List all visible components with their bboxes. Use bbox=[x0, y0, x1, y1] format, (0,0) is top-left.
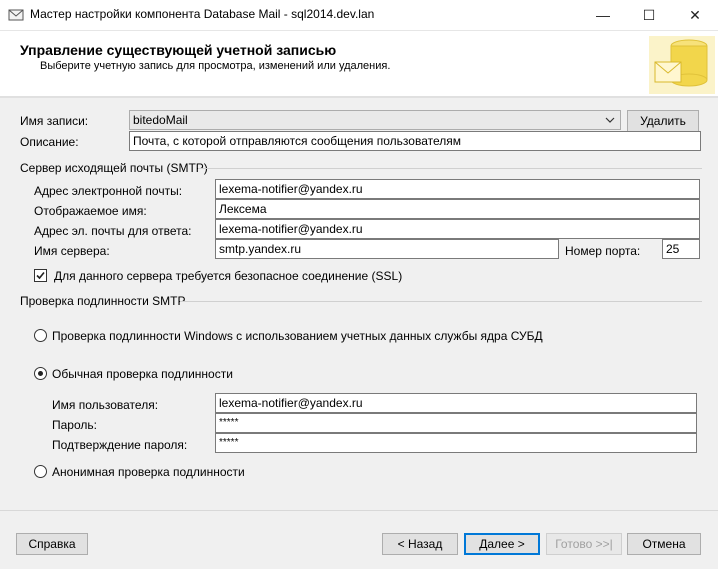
password-input[interactable]: ***** bbox=[215, 413, 697, 433]
display-name-label: Отображаемое имя: bbox=[34, 204, 147, 218]
basic-auth-label[interactable]: Обычная проверка подлинности bbox=[52, 367, 233, 381]
delete-button[interactable]: Удалить bbox=[627, 110, 699, 132]
windows-auth-label[interactable]: Проверка подлинности Windows с использов… bbox=[52, 329, 543, 343]
email-input[interactable]: lexema-notifier@yandex.ru bbox=[215, 179, 700, 199]
anonymous-auth-label[interactable]: Анонимная проверка подлинности bbox=[52, 465, 245, 479]
footer-divider bbox=[0, 510, 718, 511]
server-name-label: Имя сервера: bbox=[34, 244, 110, 258]
app-icon bbox=[8, 9, 24, 21]
reply-email-input[interactable]: lexema-notifier@yandex.ru bbox=[215, 219, 700, 239]
account-name-select[interactable]: bitedoMail bbox=[129, 110, 621, 130]
page-subtitle: Выберите учетную запись для просмотра, и… bbox=[40, 60, 391, 72]
smtp-group-label: Сервер исходящей почты (SMTP) bbox=[20, 161, 214, 175]
basic-auth-radio[interactable] bbox=[34, 367, 47, 380]
page-title: Управление существующей учетной записью bbox=[20, 42, 337, 58]
description-label: Описание: bbox=[20, 135, 79, 149]
ssl-checkbox[interactable] bbox=[34, 269, 47, 282]
finish-button[interactable]: Готово >>| bbox=[546, 533, 622, 555]
confirm-password-input[interactable]: ***** bbox=[215, 433, 697, 453]
window-title: Мастер настройки компонента Database Mai… bbox=[30, 7, 375, 21]
server-name-input[interactable]: smtp.yandex.ru bbox=[215, 239, 559, 259]
password-label: Пароль: bbox=[52, 418, 97, 432]
username-input[interactable]: lexema-notifier@yandex.ru bbox=[215, 393, 697, 413]
username-label: Имя пользователя: bbox=[52, 398, 159, 412]
description-input[interactable]: Почта, с которой отправляются сообщения … bbox=[129, 131, 701, 151]
reply-email-label: Адрес эл. почты для ответа: bbox=[34, 224, 192, 238]
checkmark-icon bbox=[36, 271, 45, 280]
port-input[interactable]: 25 bbox=[662, 239, 700, 259]
windows-auth-radio[interactable] bbox=[34, 329, 47, 342]
account-name-value: bitedoMail bbox=[133, 113, 188, 127]
account-name-label: Имя записи: bbox=[20, 114, 89, 128]
confirm-password-label: Подтверждение пароля: bbox=[52, 438, 188, 452]
minimize-button[interactable]: — bbox=[580, 0, 626, 30]
database-mail-icon bbox=[649, 36, 715, 94]
ssl-label[interactable]: Для данного сервера требуется безопасное… bbox=[54, 269, 402, 283]
auth-group-divider bbox=[180, 301, 702, 302]
back-button[interactable]: < Назад bbox=[382, 533, 458, 555]
auth-group-label: Проверка подлинности SMTP bbox=[20, 294, 192, 308]
close-button[interactable]: ✕ bbox=[672, 0, 718, 30]
email-label: Адрес электронной почты: bbox=[34, 184, 183, 198]
display-name-input[interactable]: Лексема bbox=[215, 199, 700, 219]
anonymous-auth-radio[interactable] bbox=[34, 465, 47, 478]
help-button[interactable]: Справка bbox=[16, 533, 88, 555]
title-bar: Мастер настройки компонента Database Mai… bbox=[0, 0, 718, 30]
chevron-down-icon bbox=[605, 117, 615, 123]
smtp-group-divider bbox=[198, 168, 702, 169]
port-label: Номер порта: bbox=[565, 244, 641, 258]
next-button[interactable]: Далее > bbox=[464, 533, 540, 555]
maximize-button[interactable]: ☐ bbox=[626, 0, 672, 30]
cancel-button[interactable]: Отмена bbox=[627, 533, 701, 555]
